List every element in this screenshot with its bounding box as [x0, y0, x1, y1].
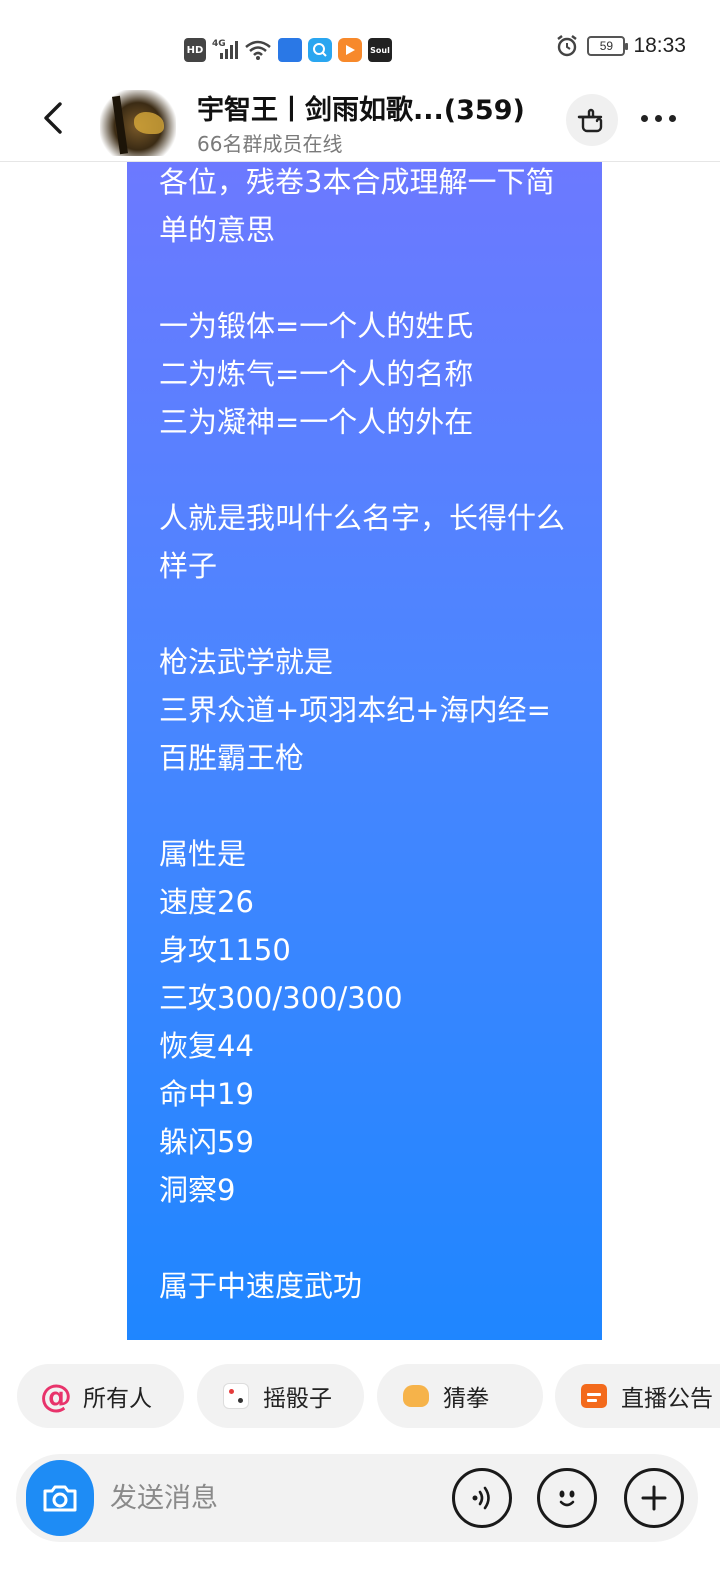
pointing-hand-icon: [577, 108, 603, 133]
roll-dice-label: 摇骰子: [263, 1386, 332, 1412]
mention-all-label: 所有人: [83, 1386, 152, 1412]
voice-icon: [472, 1486, 490, 1510]
live-announcement-label: 直播公告: [621, 1386, 713, 1412]
message-bubble[interactable]: 各位，残卷3本合成理解一下简单的意思 一为锻体=一个人的姓氏 二为炼气=一个人的…: [127, 162, 602, 1340]
input-bar: [16, 1454, 698, 1542]
status-right: 59 18:33: [555, 34, 686, 58]
rock-paper-scissors-label: 猜拳: [443, 1386, 489, 1412]
mention-all-button[interactable]: @ 所有人: [17, 1364, 184, 1428]
emoji-icon: [559, 1490, 575, 1507]
chat-header: 宇智王丨剑雨如歌...(359) 66名群成员在线: [0, 80, 720, 162]
status-icons: HD 4G Soul: [184, 36, 392, 64]
back-icon[interactable]: [34, 98, 74, 138]
voice-button[interactable]: [452, 1468, 512, 1528]
cellular-signal-icon: 4G: [212, 39, 238, 61]
dice-icon-wrap: [221, 1381, 251, 1411]
live-announcement-icon: [581, 1384, 607, 1408]
group-name: 宇智王丨剑雨如歌...: [197, 95, 444, 126]
emoji-button[interactable]: [537, 1468, 597, 1528]
roll-dice-button[interactable]: 摇骰子: [197, 1364, 364, 1428]
soul-icon: Soul: [368, 38, 392, 62]
browser-icon: [308, 38, 332, 62]
member-count: (359): [443, 95, 525, 126]
network-type: 4G: [212, 39, 226, 49]
plus-icon: [641, 1485, 667, 1511]
fist-icon-wrap: [401, 1381, 431, 1411]
status-bar: HD 4G Soul 59 18:33: [0, 0, 720, 80]
app-store-icon: [278, 38, 302, 62]
at-icon: @: [40, 1377, 72, 1415]
wifi-icon: [244, 38, 272, 62]
plus-button[interactable]: [624, 1468, 684, 1528]
poke-button[interactable]: [566, 94, 618, 146]
message-input[interactable]: [110, 1476, 430, 1520]
online-members: 66名群成员在线: [197, 132, 343, 156]
group-avatar[interactable]: [100, 90, 176, 156]
battery-icon: 59: [587, 36, 629, 56]
dice-icon: [224, 1384, 248, 1408]
message-text: 各位，残卷3本合成理解一下简单的意思 一为锻体=一个人的姓氏 二为炼气=一个人的…: [159, 165, 566, 1303]
clock: 18:33: [633, 34, 686, 57]
live-icon-wrap: [579, 1381, 609, 1411]
alarm-icon: [557, 35, 578, 57]
quick-actions: @ 所有人 摇骰子 猜拳 直播公告: [0, 1364, 720, 1428]
hd-icon: HD: [184, 38, 206, 62]
group-title[interactable]: 宇智王丨剑雨如歌...(359): [197, 88, 525, 127]
more-icon[interactable]: [634, 98, 682, 138]
battery-level: 59: [599, 39, 614, 53]
camera-button[interactable]: [26, 1460, 94, 1536]
live-announcement-button[interactable]: 直播公告: [555, 1364, 720, 1428]
camera-icon: [43, 1485, 77, 1512]
rock-paper-scissors-icon: [403, 1385, 429, 1407]
video-icon: [338, 38, 362, 62]
rock-paper-scissors-button[interactable]: 猜拳: [377, 1364, 543, 1428]
